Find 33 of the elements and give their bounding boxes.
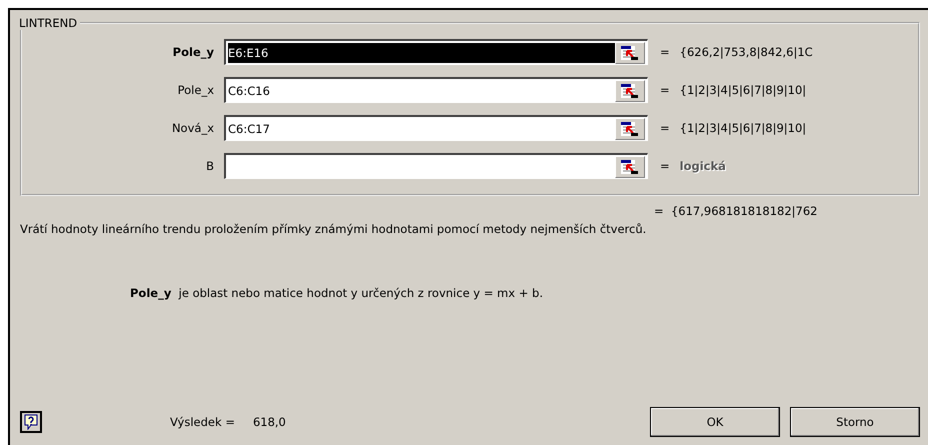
function-description: Vrátí hodnoty lineárního trendu proložením přímky známými hodnotami pomocí metody nejmenších čtverců. [20,222,648,236]
argument-result: {626,2|753,8|842,6|1C [680,45,813,59]
help-icon [23,414,39,430]
collapse-button[interactable] [615,42,645,64]
collapse-button[interactable] [615,156,645,178]
range-select-icon [620,120,640,136]
argument-label: B [205,159,215,173]
cancel-button[interactable]: Storno [790,407,920,437]
range-select-icon [620,158,640,174]
argument-field[interactable]: E6:E16 [224,39,648,65]
ok-button[interactable]: OK [650,407,780,437]
equals-sign: = [660,159,670,173]
argument-help: Pole_y je oblast nebo matice hodnot y určených z rovnice y = mx + b. [130,286,544,300]
collapse-button[interactable] [615,118,645,140]
equals-sign: = [660,83,670,97]
equals-sign: = [660,45,670,59]
range-select-icon [620,82,640,98]
argument-label: Nová_x [170,121,215,135]
argument-result: logická [680,159,726,173]
argument-field[interactable]: C6:C17 [224,115,648,141]
collapse-button[interactable] [615,80,645,102]
range-select-icon [620,44,640,60]
result-value: 618,0 [252,415,286,429]
result-label: Výsledek = [170,415,235,429]
argument-label: Pole_x [176,83,215,97]
equals-sign: = [660,121,670,135]
argument-field[interactable]: C6:C16 [224,77,648,103]
argument-result: {1|2|3|4|5|6|7|8|9|10| [680,83,806,97]
formula-result: = {617,968181818182|762 [654,204,818,218]
help-button[interactable] [20,411,42,433]
argument-field[interactable] [224,153,648,179]
argument-result: {1|2|3|4|5|6|7|8|9|10| [680,121,806,135]
argument-label: Pole_y [172,45,215,59]
